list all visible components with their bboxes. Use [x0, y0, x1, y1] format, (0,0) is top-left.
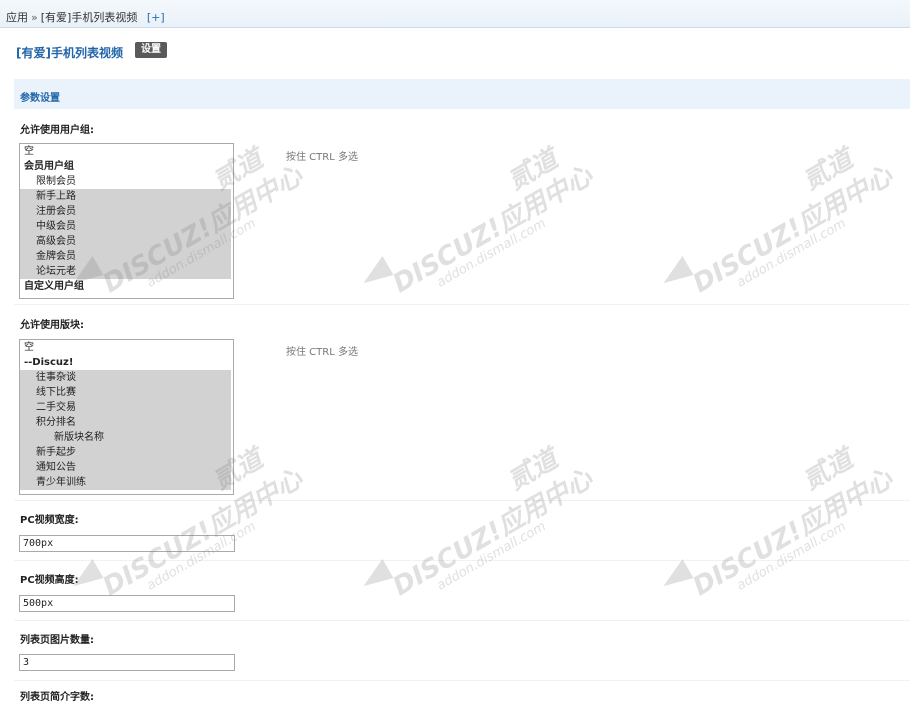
forums-multiselect[interactable]: 空 --Discuz! 往事杂谈 线下比赛 二手交易 积分排名 新版块名称 新手起步 通知公告青… — [19, 339, 234, 495]
usergroups-option[interactable]: 空 — [20, 144, 233, 159]
forums-option[interactable]: 新版块名称 — [20, 430, 231, 445]
watermark: DISCUZ!应用中心 addon.dismall.com — [388, 463, 598, 603]
watermark: DISCUZ!应用中心 addon.dismall.com — [688, 160, 898, 300]
breadcrumb-add-link[interactable]: [+] — [147, 11, 165, 24]
setting-tab-button[interactable]: 设置 — [135, 42, 167, 58]
forums-option[interactable]: 线下比赛 — [20, 385, 231, 400]
pc-width-label: PC视频宽度: — [20, 515, 79, 526]
section-header: 参数设置 — [14, 79, 910, 109]
list-image-count-input[interactable]: 3 — [19, 654, 235, 671]
breadcrumb-separator: » — [31, 11, 38, 24]
breadcrumb-bar: 应用» [有爱]手机列表视频 [+] — [0, 0, 910, 28]
forums-option[interactable]: 新手起步 — [20, 445, 231, 460]
row-divider — [14, 500, 910, 501]
forums-label: 允许使用版块: — [20, 320, 84, 331]
forums-option[interactable]: 空 — [20, 340, 233, 355]
forums-option[interactable]: 通知公告 — [20, 460, 231, 475]
row-divider — [14, 304, 910, 305]
row-divider — [14, 680, 910, 681]
list-image-count-label: 列表页图片数量: — [20, 635, 94, 646]
watermark: DISCUZ!应用中心 addon.dismall.com — [688, 463, 898, 603]
watermark: DISCUZ!应用中心 addon.dismall.com — [388, 160, 598, 300]
usergroups-option[interactable]: 限制会员 — [20, 174, 233, 189]
forums-option[interactable]: 往事杂谈 — [20, 370, 231, 385]
usergroups-option[interactable]: 新手上路 — [20, 189, 231, 204]
usergroups-hint: 按住 CTRL 多选 — [286, 152, 358, 163]
breadcrumb-current-link[interactable]: [有爱]手机列表视频 — [41, 11, 138, 24]
list-intro-chars-label: 列表页简介字数: — [20, 692, 94, 703]
forums-option[interactable]: 积分排名 — [20, 415, 231, 430]
row-divider — [14, 620, 910, 621]
plugin-title[interactable]: [有爱]手机列表视频 — [16, 44, 123, 61]
forums-option[interactable]: --Discuz! — [20, 355, 233, 370]
forums-hint: 按住 CTRL 多选 — [286, 347, 358, 358]
forums-option[interactable]: 青少年训练 — [20, 475, 231, 490]
usergroups-label: 允许使用用户组: — [20, 125, 94, 136]
section-title: 参数设置 — [20, 93, 60, 104]
breadcrumb-root-link[interactable]: 应用 — [6, 11, 28, 24]
breadcrumb: 应用» [有爱]手机列表视频 [+] — [6, 9, 165, 25]
forums-option[interactable]: 二手交易 — [20, 400, 231, 415]
usergroups-option[interactable]: 会员用户组 — [20, 159, 233, 174]
